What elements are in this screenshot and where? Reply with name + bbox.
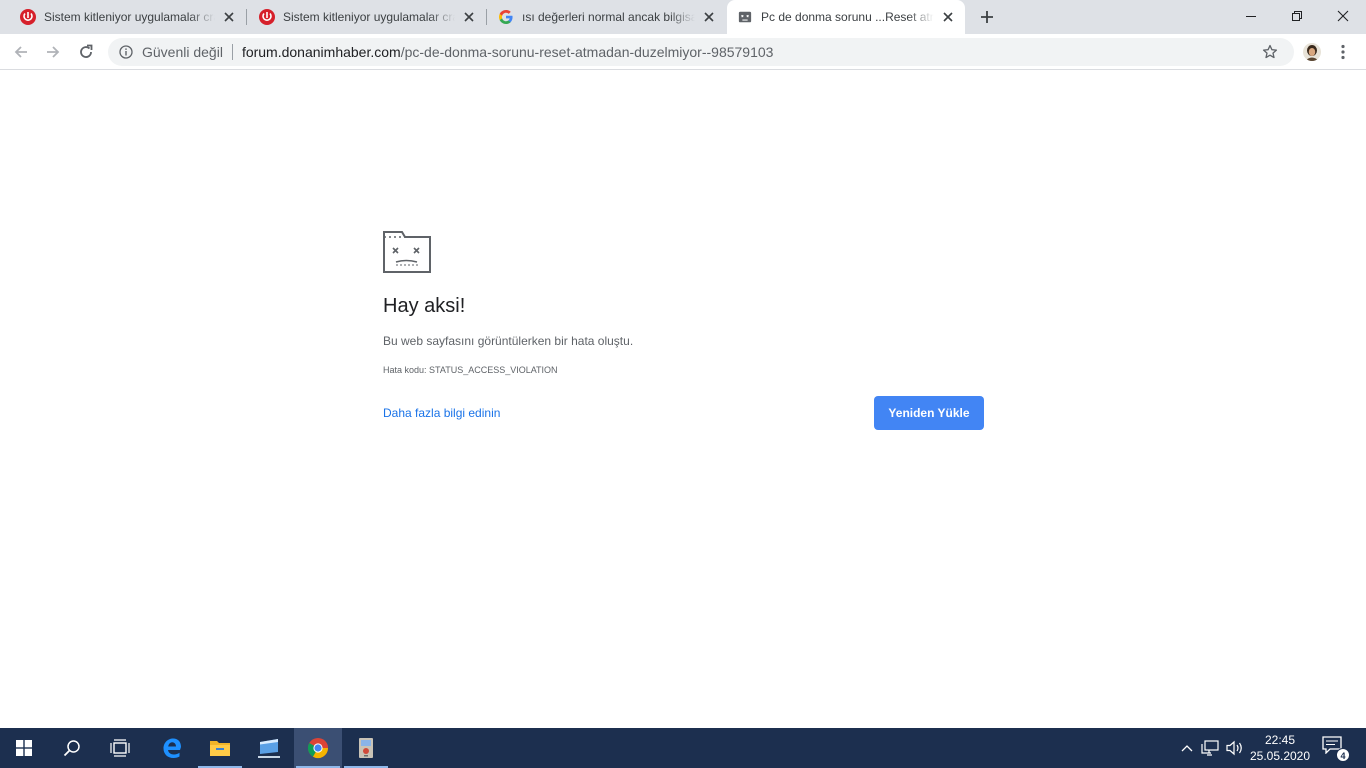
taskbar-file-explorer[interactable] [196, 728, 244, 768]
address-bar[interactable]: Güvenli değil forum.donanimhaber.com/pc-… [108, 38, 1294, 66]
tab-2-close-icon[interactable] [459, 7, 479, 27]
minimize-button[interactable] [1228, 0, 1274, 32]
arrow-left-icon [14, 46, 27, 58]
security-label[interactable]: Güvenli değil [142, 44, 223, 60]
error-code: Hata kodu: STATUS_ACCESS_VIOLATION [383, 365, 558, 375]
show-hidden-icons-button[interactable] [1177, 738, 1197, 758]
tab-3-title: ısı değerleri normal ancak bilgisayar ka… [522, 10, 695, 24]
tab-4-active[interactable]: Pc de donma sorunu ...Reset atmadan düze… [727, 0, 965, 34]
donanimhaber-favicon-icon [20, 9, 36, 25]
profile-avatar[interactable] [1303, 43, 1321, 61]
google-favicon-icon [498, 9, 514, 25]
tool-app-icon [359, 738, 373, 758]
browser-toolbar: Güvenli değil forum.donanimhaber.com/pc-… [0, 34, 1366, 70]
avatar-icon [1303, 43, 1321, 61]
edge-icon [163, 738, 181, 758]
reload-button[interactable] [73, 39, 99, 65]
network-icon [1201, 740, 1219, 756]
network-button[interactable] [1200, 738, 1220, 758]
close-window-button[interactable] [1320, 0, 1366, 32]
restore-icon [1292, 11, 1302, 21]
error-title: Hay aksi! [383, 295, 466, 317]
notification-count-badge: 4 [1336, 748, 1350, 762]
kebab-menu-icon [1341, 44, 1345, 60]
back-button[interactable] [8, 39, 34, 65]
task-view-button[interactable] [96, 728, 144, 768]
tab-1[interactable]: Sistem kitleniyor uygulamalar crash oluy… [0, 0, 246, 34]
close-icon [1337, 10, 1349, 22]
tab-4-close-icon[interactable] [938, 7, 958, 27]
donanimhaber-favicon-icon [259, 9, 275, 25]
tab-1-close-icon[interactable] [219, 7, 239, 27]
taskbar-chrome[interactable] [294, 728, 342, 768]
search-button[interactable] [48, 728, 96, 768]
taskbar-app-window[interactable] [245, 728, 293, 768]
omnibox-divider [231, 44, 233, 60]
star-icon [1262, 44, 1278, 59]
chrome-icon [307, 738, 329, 759]
app-window-icon [258, 739, 280, 758]
tab-3-close-icon[interactable] [699, 7, 719, 27]
url-path: /pc-de-donma-sorunu-reset-atmadan-duzelm… [400, 44, 774, 60]
tab-strip: Sistem kitleniyor uygulamalar crash oluy… [0, 0, 1366, 34]
browser-menu-button[interactable] [1334, 42, 1352, 62]
chevron-up-icon [1181, 745, 1193, 752]
arrow-right-icon [47, 46, 60, 58]
plus-icon [981, 11, 993, 23]
windows-logo-icon [16, 740, 32, 756]
speaker-icon [1226, 740, 1242, 756]
action-center-button[interactable]: 4 [1322, 736, 1350, 762]
info-icon[interactable] [118, 44, 134, 60]
tab-3[interactable]: ısı değerleri normal ancak bilgisayar ka… [486, 0, 726, 34]
taskbar: 22:45 25.05.2020 4 [0, 728, 1366, 768]
tab-2[interactable]: Sistem kitleniyor uygulamalar crash oluy… [246, 0, 486, 34]
tab-4-title: Pc de donma sorunu ...Reset atmadan düze… [761, 10, 934, 24]
reload-page-button[interactable]: Yeniden Yükle [874, 396, 984, 430]
sad-folder-icon [383, 231, 431, 273]
url-text[interactable]: forum.donanimhaber.com/pc-de-donma-sorun… [242, 44, 774, 60]
volume-button[interactable] [1225, 738, 1245, 758]
clock-date: 25.05.2020 [1249, 749, 1311, 763]
clock-time: 22:45 [1264, 733, 1296, 747]
start-button[interactable] [0, 728, 48, 768]
bookmark-star-button[interactable] [1260, 42, 1280, 62]
learn-more-link[interactable]: Daha fazla bilgi edinin [383, 406, 500, 420]
search-icon [63, 740, 80, 757]
folder-icon [210, 741, 230, 756]
sad-page-favicon-icon [737, 9, 753, 25]
error-description: Bu web sayfasını görüntülerken bir hata … [383, 334, 634, 348]
tab-2-title: Sistem kitleniyor uygulamalar crash oluy… [283, 10, 455, 24]
forward-button[interactable] [40, 39, 66, 65]
new-tab-button[interactable] [975, 5, 999, 29]
screen: Sistem kitleniyor uygulamalar crash oluy… [0, 0, 1366, 768]
taskbar-app-tool[interactable] [342, 728, 390, 768]
restore-button[interactable] [1274, 0, 1320, 32]
reload-icon [80, 44, 93, 58]
tab-1-title: Sistem kitleniyor uygulamalar crash oluy… [44, 10, 215, 24]
minimize-icon [1246, 16, 1256, 17]
task-view-icon [110, 739, 130, 757]
system-clock[interactable]: 22:45 25.05.2020 [1248, 732, 1312, 764]
url-host: forum.donanimhaber.com [241, 44, 401, 60]
taskbar-edge[interactable] [148, 728, 196, 768]
